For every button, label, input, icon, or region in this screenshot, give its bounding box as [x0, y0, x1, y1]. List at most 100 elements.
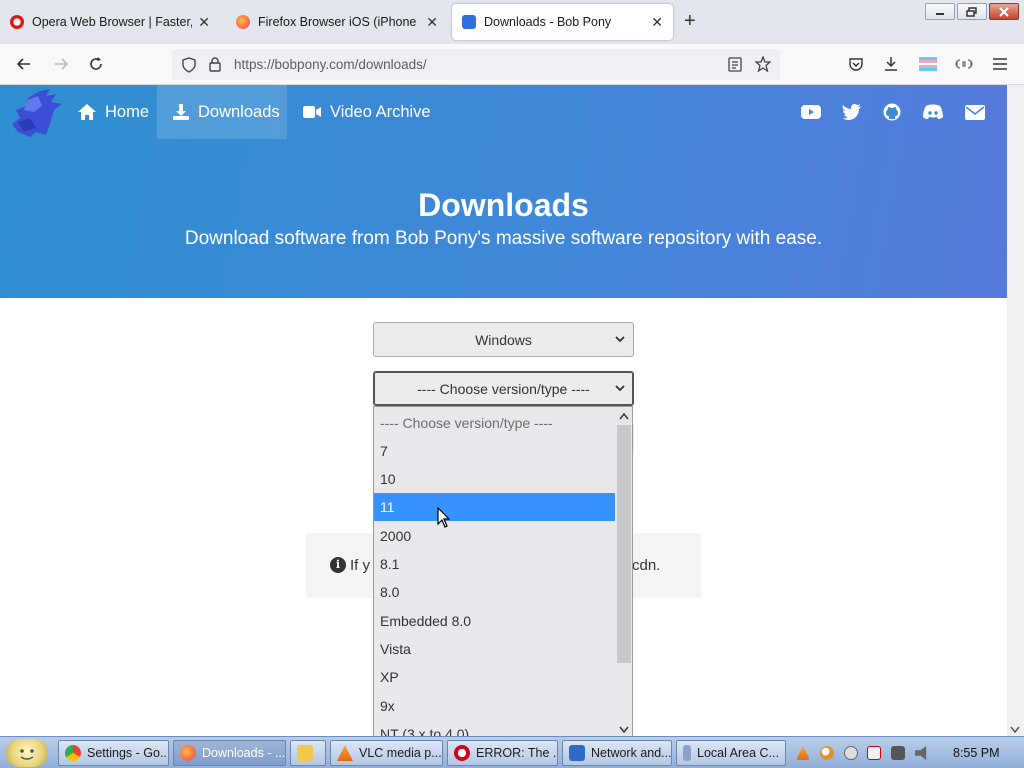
action-center-icon[interactable] [867, 746, 881, 760]
option-8-1[interactable]: 8.1 [374, 550, 616, 578]
github-icon[interactable] [881, 101, 903, 123]
info-text-end: cdn. [632, 557, 661, 574]
tab-title: Downloads - Bob Pony [484, 15, 612, 29]
lock-icon[interactable] [208, 56, 222, 73]
opera-icon [454, 745, 470, 761]
tab-firefox-ios[interactable]: Firefox Browser iOS (iPhone & iP ✕ [226, 4, 448, 40]
task-file-explorer[interactable] [290, 740, 326, 766]
tab-downloads-bob-pony[interactable]: Downloads - Bob Pony ✕ [452, 4, 673, 40]
option-embedded-8-0[interactable]: Embedded 8.0 [374, 607, 616, 635]
vlc-icon [337, 745, 353, 761]
youtube-icon[interactable] [800, 101, 822, 123]
tab-title: Firefox Browser iOS (iPhone & iP [258, 15, 420, 29]
task-opera-error[interactable]: ERROR: The ... [447, 740, 558, 766]
clock[interactable]: 8:55 PM [953, 746, 1000, 760]
search-tray-icon[interactable] [820, 746, 834, 760]
info-text-start: If y [350, 557, 371, 574]
network-icon [569, 745, 585, 761]
browser-tab-bar: Opera Web Browser | Faster, Saf ✕ Firefo… [0, 0, 1024, 44]
tracking-protection-shield-icon[interactable] [181, 57, 197, 73]
extension-icon[interactable] [954, 54, 974, 74]
option-8-0[interactable]: 8.0 [374, 578, 616, 606]
mail-icon[interactable] [964, 101, 986, 123]
network-adapter-icon [683, 745, 691, 761]
task-network[interactable]: Network and... [562, 740, 672, 766]
opera-icon [10, 15, 24, 29]
network-tray-icon[interactable] [891, 746, 905, 760]
version-options-list[interactable]: ---- Choose version/type ---- 7 10 11 20… [373, 406, 633, 738]
volume-icon[interactable] [915, 746, 927, 760]
os-select-value: Windows [475, 331, 532, 348]
tab-title: Opera Web Browser | Faster, Saf [32, 15, 193, 29]
minimize-button[interactable] [925, 3, 955, 20]
start-button[interactable] [6, 739, 48, 767]
task-downloads-firefox[interactable]: Downloads - ... [173, 740, 286, 766]
option-vista[interactable]: Vista [374, 635, 616, 663]
version-type-select[interactable]: ---- Choose version/type ---- [373, 371, 634, 406]
task-label: VLC media p... [359, 746, 442, 760]
reader-view-icon[interactable] [728, 57, 742, 72]
os-select[interactable]: Windows [373, 322, 634, 357]
task-vlc[interactable]: VLC media p... [330, 740, 443, 766]
close-tab-icon[interactable]: ✕ [198, 14, 210, 31]
url-host: bobpony.com [274, 57, 355, 72]
discord-icon[interactable] [922, 101, 944, 123]
option-7[interactable]: 7 [374, 437, 616, 465]
new-tab-button[interactable]: + [684, 11, 696, 31]
scroll-down-icon[interactable] [615, 721, 632, 737]
option-10[interactable]: 10 [374, 465, 616, 493]
option-9x[interactable]: 9x [374, 692, 616, 720]
bob-pony-logo[interactable] [10, 88, 62, 138]
restore-icon [966, 6, 977, 17]
extension-flag-icon[interactable] [918, 54, 938, 74]
scroll-down-icon[interactable] [1010, 726, 1020, 734]
url-scheme: https:// [234, 57, 275, 72]
dropdown-scroll-thumb[interactable] [617, 425, 631, 663]
option-2000[interactable]: 2000 [374, 522, 616, 550]
bob-pony-icon [462, 15, 476, 29]
hero-banner: Home Downloads Video Archive Downloads D… [0, 85, 1007, 298]
option-11[interactable]: 11 [374, 493, 616, 521]
page-scrollbar[interactable] [1007, 85, 1024, 736]
restore-button[interactable] [957, 3, 987, 20]
url-text[interactable]: https://bobpony.com/downloads/ [234, 57, 427, 72]
browser-navigation-bar: https://bobpony.com/downloads/ [0, 44, 1024, 85]
reload-icon[interactable] [86, 54, 106, 74]
nav-home-link[interactable]: Home [62, 85, 164, 139]
back-icon[interactable] [14, 54, 34, 74]
mouse-pointer-icon [437, 507, 451, 528]
nav-downloads-link[interactable]: Downloads [157, 85, 287, 139]
address-bar[interactable]: https://bobpony.com/downloads/ [172, 49, 780, 80]
close-tab-icon[interactable]: ✕ [651, 14, 663, 31]
twitter-icon[interactable] [841, 101, 863, 123]
task-local-area-connection[interactable]: Local Area C... [676, 740, 786, 766]
vlc-tray-icon[interactable] [796, 746, 810, 760]
option-xp[interactable]: XP [374, 663, 616, 691]
scroll-up-icon[interactable] [615, 408, 632, 424]
tab-opera[interactable]: Opera Web Browser | Faster, Saf ✕ [0, 4, 220, 40]
option-placeholder[interactable]: ---- Choose version/type ---- [374, 409, 616, 437]
minimize-icon [936, 12, 944, 15]
page-subtitle: Download software from Bob Pony's massiv… [184, 228, 823, 249]
task-label: Local Area C... [697, 746, 779, 760]
chevron-down-icon [615, 385, 625, 392]
url-path: /downloads/ [354, 57, 427, 72]
chrome-icon [65, 745, 81, 761]
site-navigation: Home Downloads Video Archive [0, 85, 1007, 139]
forward-icon[interactable] [51, 54, 71, 74]
close-window-button[interactable] [989, 3, 1019, 20]
nav-video-archive-link[interactable]: Video Archive [287, 85, 446, 139]
task-settings-google[interactable]: Settings - Go... [58, 740, 169, 766]
windows-taskbar: Settings - Go... Downloads - ... VLC med… [0, 736, 1024, 768]
info-icon: i [330, 557, 346, 573]
dropdown-scrollbar[interactable] [615, 407, 632, 737]
home-icon [77, 103, 97, 121]
pocket-icon[interactable] [846, 54, 866, 74]
hamburger-menu-icon[interactable] [990, 54, 1010, 74]
nav-home-label: Home [105, 102, 150, 121]
firefox-icon [180, 745, 196, 761]
emoji-tray-icon[interactable] [844, 746, 858, 760]
close-tab-icon[interactable]: ✕ [426, 14, 438, 31]
bookmark-star-icon[interactable] [755, 56, 771, 72]
downloads-icon[interactable] [881, 54, 901, 74]
